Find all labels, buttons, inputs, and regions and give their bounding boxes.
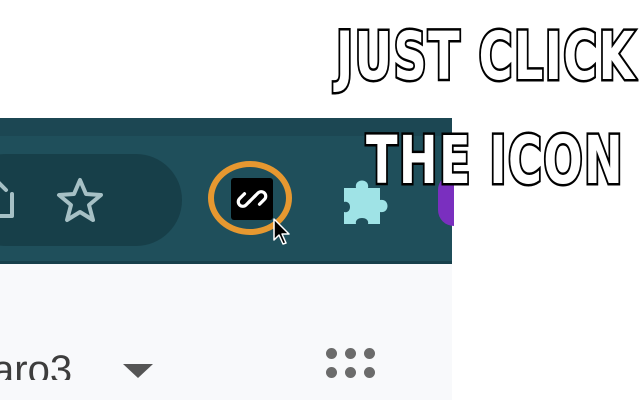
- caption-line-1: JUST CLICK: [334, 18, 636, 95]
- share-icon: [0, 181, 14, 218]
- address-bar[interactable]: [0, 154, 182, 246]
- screenshot-stage: aro3 JUST CLICK THE ICON: [0, 0, 640, 400]
- caption-line-2: THE ICON: [364, 122, 625, 199]
- star-icon: [57, 178, 103, 222]
- chevron-down-icon[interactable]: [123, 364, 153, 378]
- grid-icon[interactable]: [324, 346, 384, 386]
- account-name: aro3: [0, 348, 73, 380]
- page-content: aro3: [0, 264, 452, 400]
- mouse-pointer-icon: [273, 218, 290, 245]
- link-icon: [231, 178, 273, 220]
- bookmark-button[interactable]: [40, 154, 120, 246]
